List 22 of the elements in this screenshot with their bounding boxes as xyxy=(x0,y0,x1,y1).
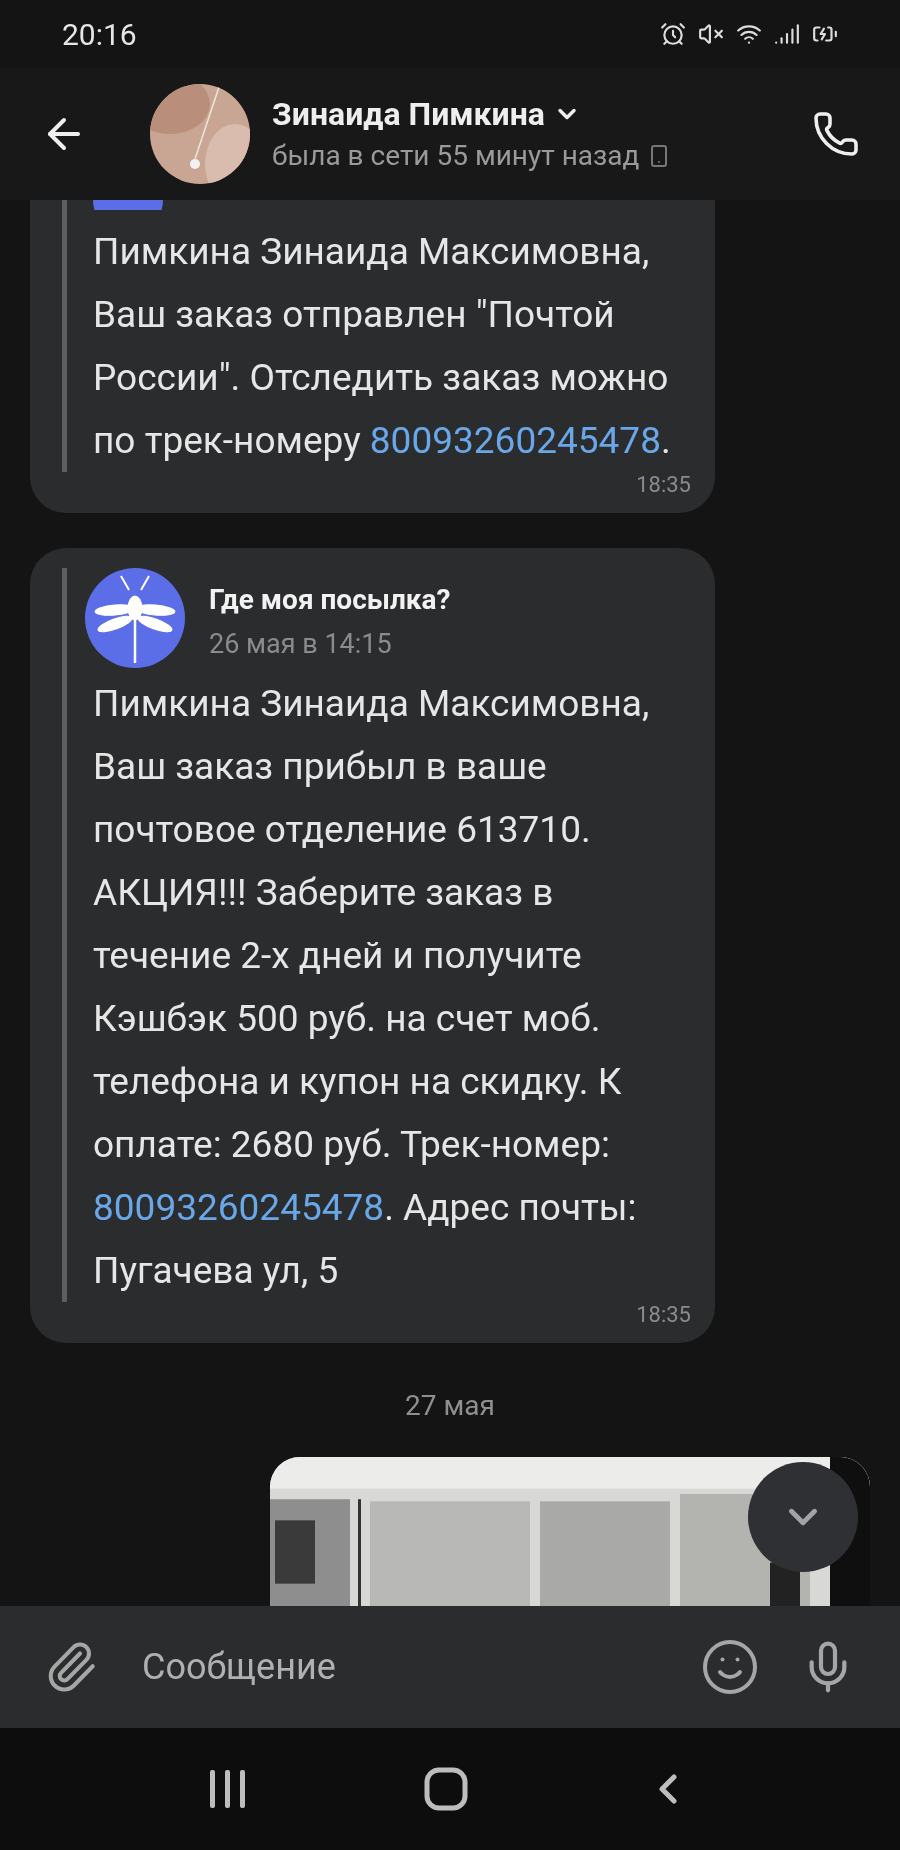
date-separator: 27 мая xyxy=(405,1388,495,1424)
status-time: 20:16 xyxy=(62,15,137,54)
home-icon[interactable] xyxy=(424,1767,468,1811)
message-field[interactable]: Сообщение xyxy=(0,1606,900,1728)
contact-name[interactable]: Зинаида Пимкина xyxy=(272,92,545,136)
message-input[interactable]: Сообщение xyxy=(142,1640,700,1694)
mute-icon xyxy=(698,21,724,47)
message-time: 18:35 xyxy=(636,1301,691,1329)
tracking-link[interactable]: 80093260245478 xyxy=(369,419,661,462)
sender-name: Где моя посылка? xyxy=(209,582,451,618)
alarm-icon xyxy=(660,21,686,47)
recent-apps-icon[interactable] xyxy=(208,1768,248,1810)
dragonfly-avatar-icon xyxy=(85,568,185,668)
emoji-icon[interactable] xyxy=(700,1637,760,1697)
message-time: 18:35 xyxy=(636,471,691,499)
tracking-link[interactable]: 80093260245478 xyxy=(93,1186,385,1229)
message-text: Пимкина Зинаида Максимовна, Ваш заказ отправлен "Почтой России". Отследить заказ можно по трек-номеру 80093260245478. xyxy=(93,229,672,464)
forward-date: 26 мая в 14:15 xyxy=(209,627,393,662)
last-seen-status: была в сети 55 минут назад xyxy=(272,138,640,174)
message-text: Пимкина Зинаида Максимовна, Ваш заказ прибыл в ваше почтовое отделение 613710. АКЦИЯ!!! Заберите заказ в течение 2-х дней и получите Кэшбэк 500 руб. на счет моб. телефона и купон на скидку. К оплате: 2680 руб. Трек-номер: 80093260245478. Адрес почты: Пугачева ул, 5 xyxy=(93,681,651,1294)
signal-icon xyxy=(774,21,800,47)
call-button[interactable] xyxy=(812,110,860,158)
